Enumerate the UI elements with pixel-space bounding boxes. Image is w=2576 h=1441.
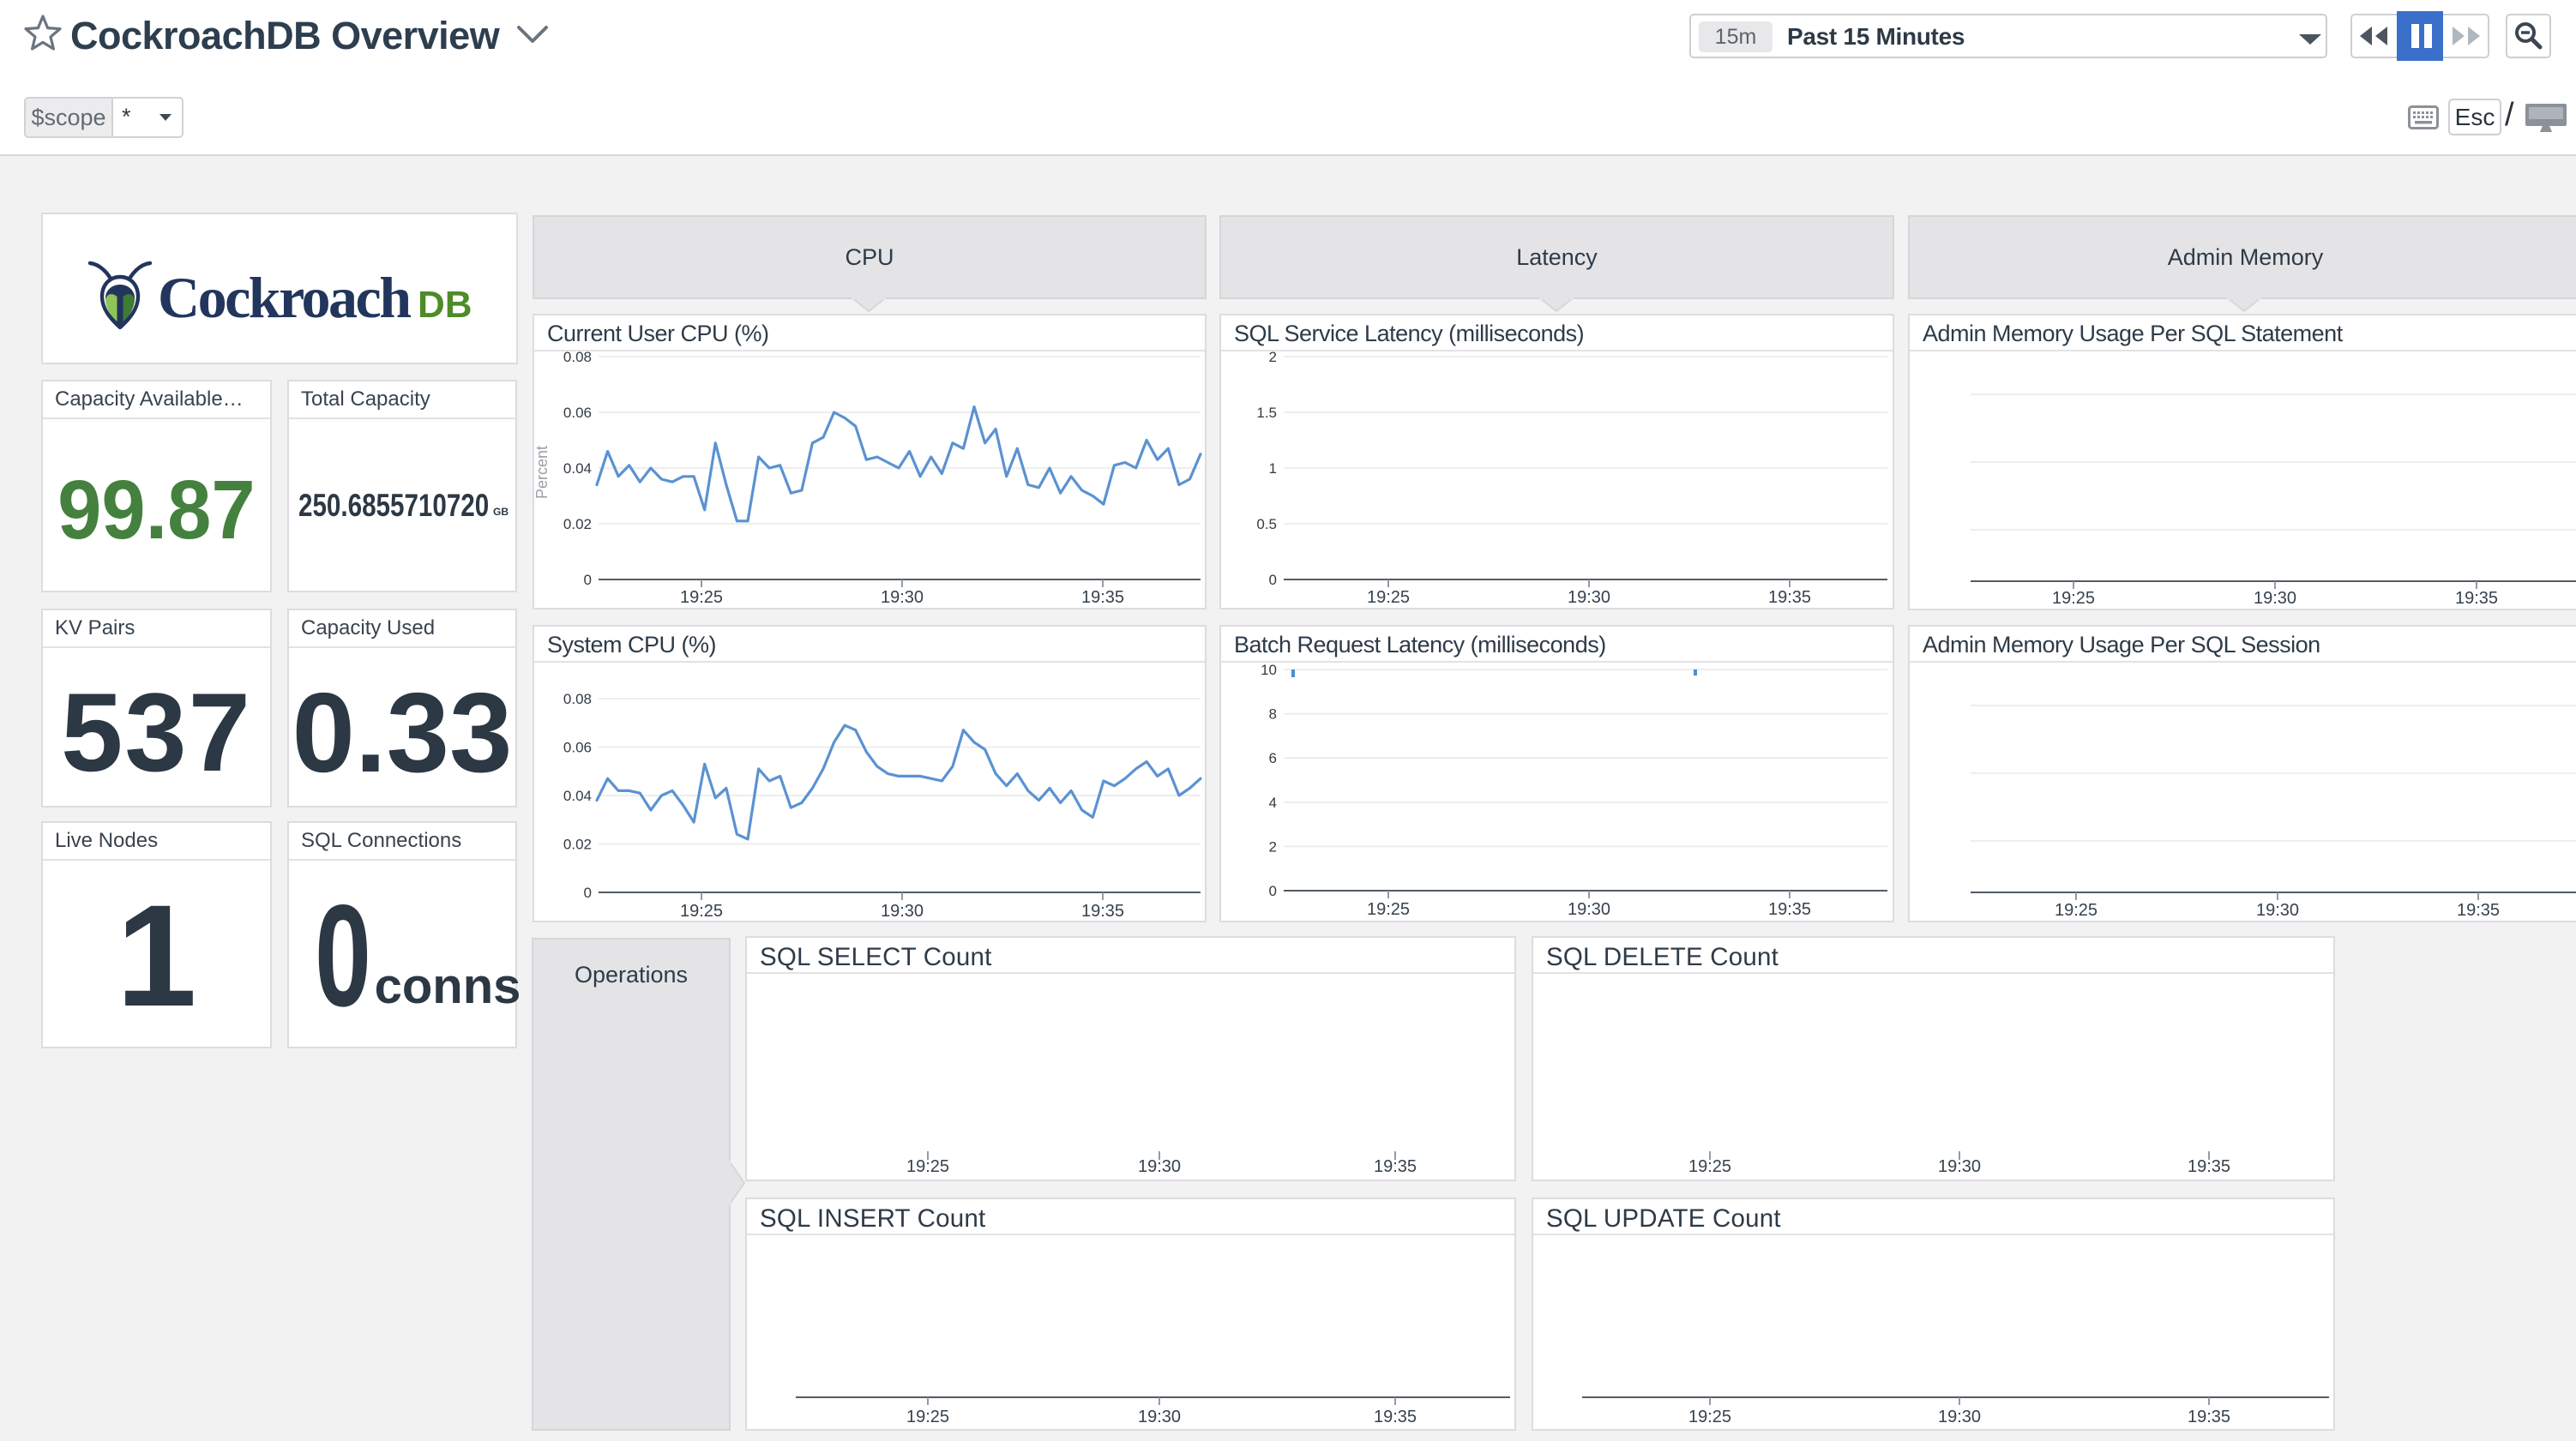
svg-text:19:25: 19:25 [1367, 900, 1410, 919]
svg-text:19:35: 19:35 [2188, 1157, 2230, 1176]
svg-text:4: 4 [1269, 795, 1277, 811]
svg-text:8: 8 [1269, 706, 1277, 723]
svg-text:19:35: 19:35 [1374, 1408, 1417, 1426]
svg-text:19:30: 19:30 [1938, 1157, 1981, 1176]
svg-text:19:25: 19:25 [1688, 1157, 1731, 1176]
svg-text:1: 1 [1269, 460, 1277, 477]
svg-text:19:35: 19:35 [2188, 1408, 2230, 1426]
svg-text:19:25: 19:25 [2052, 589, 2095, 608]
svg-text:0: 0 [584, 885, 592, 901]
svg-text:0.08: 0.08 [563, 349, 592, 365]
svg-text:0.02: 0.02 [563, 837, 592, 853]
svg-text:0.04: 0.04 [563, 460, 592, 477]
svg-text:6: 6 [1269, 750, 1277, 766]
svg-text:19:30: 19:30 [1568, 900, 1610, 919]
svg-text:19:30: 19:30 [881, 902, 924, 921]
svg-text:Percent: Percent [534, 446, 551, 499]
svg-text:10: 10 [1261, 662, 1277, 678]
svg-text:19:25: 19:25 [1688, 1408, 1731, 1426]
svg-text:19:30: 19:30 [2254, 589, 2296, 608]
svg-text:19:35: 19:35 [1081, 902, 1124, 921]
svg-text:19:30: 19:30 [1138, 1408, 1181, 1426]
svg-text:19:35: 19:35 [2457, 901, 2500, 920]
svg-text:19:30: 19:30 [1138, 1157, 1181, 1176]
svg-text:19:25: 19:25 [680, 588, 723, 607]
svg-text:19:35: 19:35 [1374, 1157, 1417, 1176]
svg-text:19:30: 19:30 [881, 588, 924, 607]
svg-text:0.08: 0.08 [563, 691, 592, 707]
svg-text:19:25: 19:25 [2055, 901, 2098, 920]
svg-text:0.02: 0.02 [563, 516, 592, 532]
svg-text:19:35: 19:35 [2455, 589, 2498, 608]
svg-text:1.5: 1.5 [1256, 405, 1277, 421]
svg-text:19:25: 19:25 [1367, 588, 1410, 607]
svg-text:0: 0 [584, 572, 592, 588]
svg-text:19:30: 19:30 [2256, 901, 2299, 920]
svg-text:19:35: 19:35 [1081, 588, 1124, 607]
svg-text:19:25: 19:25 [906, 1157, 949, 1176]
svg-text:19:35: 19:35 [1768, 588, 1811, 607]
svg-text:0.06: 0.06 [563, 740, 592, 756]
svg-text:19:35: 19:35 [1768, 900, 1811, 919]
svg-text:0.04: 0.04 [563, 788, 592, 804]
svg-text:19:30: 19:30 [1938, 1408, 1981, 1426]
svg-text:19:25: 19:25 [680, 902, 723, 921]
svg-text:0.06: 0.06 [563, 405, 592, 421]
svg-text:0: 0 [1269, 883, 1277, 899]
svg-text:19:25: 19:25 [906, 1408, 949, 1426]
svg-text:2: 2 [1269, 349, 1277, 365]
svg-text:2: 2 [1269, 838, 1277, 855]
svg-text:0.5: 0.5 [1256, 516, 1277, 532]
svg-text:19:30: 19:30 [1568, 588, 1610, 607]
svg-text:0: 0 [1269, 572, 1277, 588]
